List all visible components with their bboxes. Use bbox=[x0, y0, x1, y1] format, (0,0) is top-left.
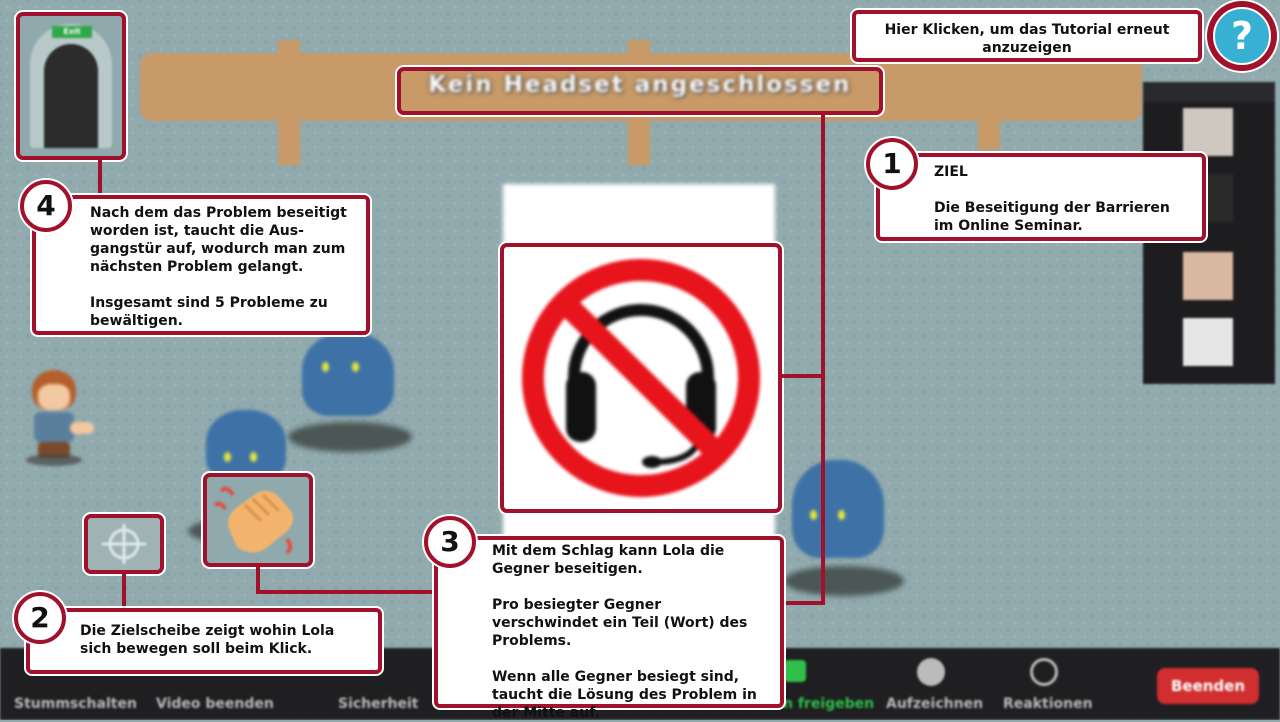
end-meeting-button[interactable]: Beenden bbox=[1157, 668, 1259, 704]
connector-line bbox=[821, 115, 825, 605]
participant-video bbox=[1183, 108, 1233, 156]
enemy-ghost[interactable] bbox=[792, 460, 884, 558]
connector-line bbox=[98, 160, 102, 198]
enemy-shadow bbox=[784, 566, 904, 596]
connector-line bbox=[256, 590, 436, 594]
problem-image-highlight bbox=[500, 243, 782, 513]
share-icon bbox=[784, 660, 806, 682]
problem-title: Kein Headset angeschlossen bbox=[428, 72, 852, 98]
player-character-lola bbox=[22, 370, 94, 466]
tutorial-step-2-badge: 2 bbox=[14, 592, 66, 644]
target-marker-highlight bbox=[84, 514, 164, 574]
banner-post bbox=[978, 100, 1000, 150]
connector-line bbox=[780, 374, 824, 378]
help-tooltip: Hier Klicken, um das Tutorial erneut anz… bbox=[852, 10, 1202, 62]
exit-door[interactable]: Exit bbox=[30, 24, 112, 148]
connector-line bbox=[782, 601, 824, 605]
tutorial-step-1-badge: 1 bbox=[866, 138, 918, 190]
tutorial-step-3-badge: 3 bbox=[424, 516, 476, 568]
security-button[interactable]: Sicherheit bbox=[338, 696, 419, 712]
enemy-ghost[interactable] bbox=[302, 332, 394, 416]
tutorial-step-2-text: Die Zielscheibe zeigt wohin Lola sich be… bbox=[26, 608, 382, 674]
tutorial-step-1-text: ZIEL Die Beseitigung der Barrieren im On… bbox=[876, 153, 1206, 241]
participant-video bbox=[1183, 252, 1233, 300]
tutorial-step-4-badge: 4 bbox=[20, 180, 72, 232]
mute-button[interactable]: Stummschalten bbox=[14, 696, 137, 712]
participant-video bbox=[1183, 318, 1233, 366]
banner-post bbox=[278, 40, 300, 165]
no-headset-icon bbox=[522, 259, 760, 497]
enemy-shadow bbox=[288, 422, 412, 452]
reactions-icon bbox=[1030, 658, 1058, 686]
crosshair-icon bbox=[102, 524, 146, 564]
help-button[interactable]: ? bbox=[1207, 1, 1277, 71]
punch-button-highlight bbox=[203, 473, 313, 567]
tutorial-step-3-text: Mit dem Schlag kann Lola die Gegner bese… bbox=[434, 536, 784, 721]
enemy-ghost[interactable] bbox=[206, 410, 286, 480]
exit-sign: Exit bbox=[52, 26, 92, 38]
record-button[interactable]: Aufzeichnen bbox=[886, 696, 983, 712]
question-mark-icon: ? bbox=[1213, 7, 1271, 65]
record-icon bbox=[917, 658, 945, 686]
share-screen-button[interactable]: n freigeben bbox=[783, 696, 874, 712]
reactions-button[interactable]: Reaktionen bbox=[1003, 696, 1093, 712]
stop-video-button[interactable]: Video beenden bbox=[156, 696, 274, 712]
tutorial-step-4-text: Nach dem das Problem beseitigt worden is… bbox=[32, 195, 370, 335]
fist-icon[interactable] bbox=[207, 477, 309, 563]
exit-door-highlight: Exit bbox=[16, 12, 126, 160]
connector-line bbox=[122, 574, 126, 612]
